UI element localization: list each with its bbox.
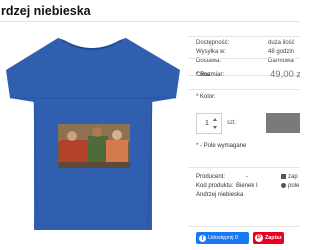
printed-photo bbox=[58, 124, 130, 168]
availability-value: duża ilość bbox=[268, 40, 295, 46]
required-fields-note: * - Pole wymagane bbox=[196, 143, 247, 149]
share-divider bbox=[188, 226, 300, 227]
shipping-value: 48 godzin bbox=[268, 49, 295, 55]
facebook-share-label[interactable]: Udostępnij 0 bbox=[208, 235, 238, 241]
quantity-up-icon[interactable] bbox=[213, 118, 217, 121]
producer-value: - bbox=[246, 174, 248, 180]
side-link-second[interactable]: pole bbox=[281, 183, 299, 189]
shipping-row: Wysyłka w: 48 godzin bbox=[196, 49, 300, 58]
quantity-arrows[interactable] bbox=[213, 118, 218, 130]
quantity-value[interactable]: 1 bbox=[205, 120, 209, 127]
heart-icon bbox=[281, 183, 286, 188]
quantity-unit: szt. bbox=[227, 120, 237, 126]
product-page: rdzej niebieska Dostępność: duża ilość W… bbox=[0, 0, 300, 250]
availability-label: Dostępność: bbox=[196, 40, 230, 46]
tshirt-illustration bbox=[6, 38, 180, 230]
product-code-label: Kod produktu: bbox=[196, 183, 234, 189]
product-title: rdzej niebieska bbox=[1, 4, 91, 18]
size-option-label[interactable]: * Rozmiar: bbox=[196, 72, 224, 78]
side-link-first-text[interactable]: zap bbox=[288, 174, 298, 180]
availability-row: Dostępność: duża ilość bbox=[196, 40, 300, 49]
pinterest-icon: P bbox=[255, 234, 263, 242]
title-divider bbox=[0, 21, 300, 22]
facebook-share-button[interactable]: f Udostępnij 0 bbox=[196, 232, 249, 244]
section-divider bbox=[188, 167, 300, 168]
color-option-label[interactable]: * Kolor: bbox=[196, 94, 216, 100]
product-image[interactable] bbox=[0, 36, 186, 230]
side-link-second-text[interactable]: pole bbox=[288, 183, 299, 189]
envelope-icon bbox=[281, 174, 286, 179]
producer-label: Producent: bbox=[196, 174, 226, 180]
product-code-value: Bienek I bbox=[236, 183, 258, 189]
product-code-continuation: Andrzej niebieska bbox=[196, 192, 244, 198]
quantity-stepper[interactable]: 1 bbox=[196, 113, 222, 134]
shipping-label: Wysyłka w: bbox=[196, 49, 226, 55]
pinterest-save-label[interactable]: Zapisz bbox=[265, 235, 282, 241]
pinterest-save-button[interactable]: P Zapisz bbox=[253, 232, 284, 244]
side-link-first[interactable]: zap bbox=[281, 174, 298, 180]
add-to-cart-button[interactable] bbox=[266, 113, 300, 133]
facebook-icon: f bbox=[199, 234, 206, 242]
quantity-down-icon[interactable] bbox=[213, 126, 217, 129]
price-value: 49,00 zł bbox=[270, 69, 300, 80]
